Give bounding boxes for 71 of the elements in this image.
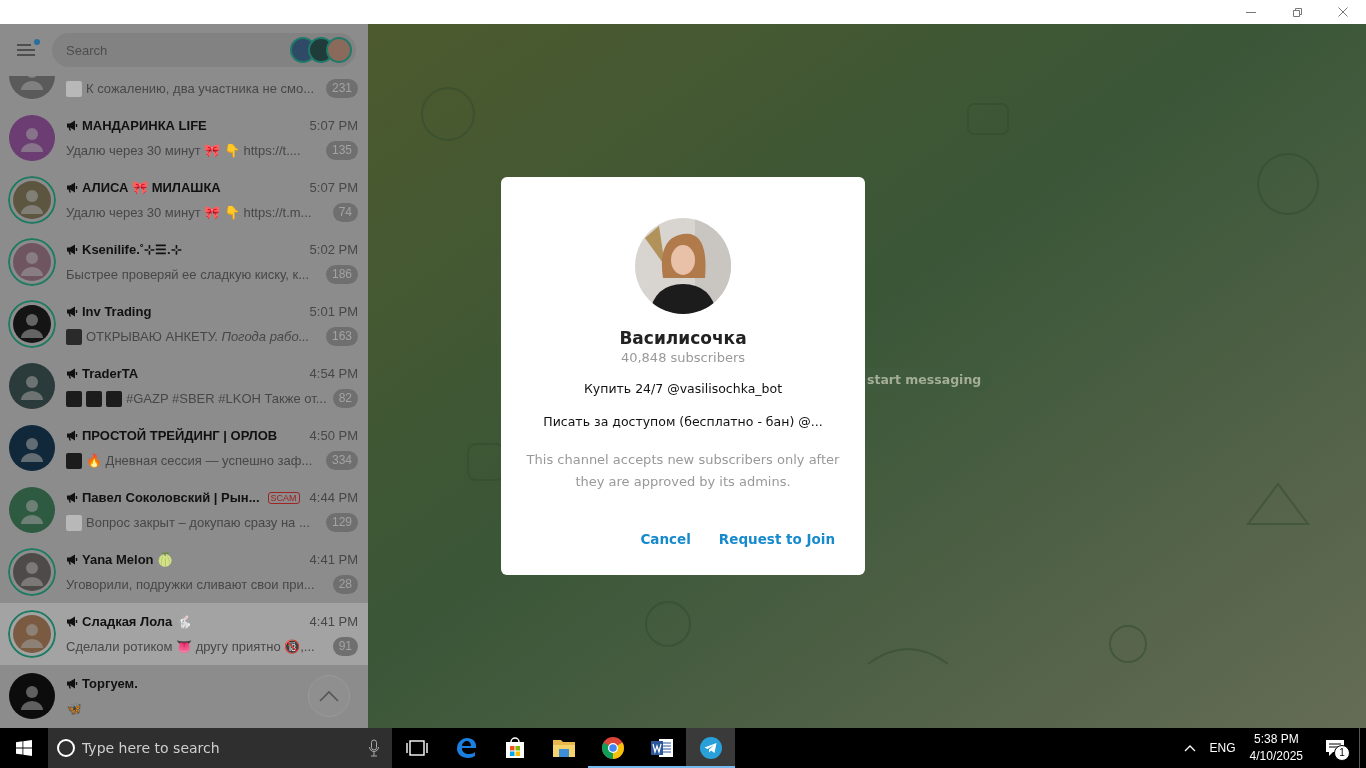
search-field[interactable]: Type here to search [82, 738, 362, 758]
chat-name: Ksenilife.˚⊹☰.⊹ [82, 242, 182, 257]
chat-time: 4:50 PM [309, 428, 358, 443]
message-preview: Сделали ротиком 👅 другу приятно 🔞,... [66, 639, 316, 654]
scam-label: SCAM [267, 491, 300, 504]
message-preview: Быстрее проверяй ее сладкую киску, к... [66, 267, 310, 282]
avatar [8, 486, 56, 534]
media-thumbnail-icon [106, 390, 122, 407]
avatar [8, 610, 56, 658]
avatar [8, 362, 56, 410]
restore-icon [1291, 6, 1303, 18]
task-view-icon [405, 739, 428, 757]
menu-icon [16, 42, 38, 58]
folder-icon [551, 737, 576, 759]
message-preview: К сожалению, два участника не смо... [86, 81, 315, 96]
avatar [8, 672, 56, 720]
chat-time: 4:41 PM [309, 552, 358, 567]
chat-name: TraderTA [82, 366, 139, 381]
avatar [8, 176, 56, 224]
message-preview: ОТКРЫВАЮ АНКЕТУ. Погода рабо... [86, 329, 311, 344]
chat-name: Сладкая Лола 🐇 [82, 614, 192, 629]
avatar [8, 238, 56, 286]
message-preview: Вопрос закрыт – докупаю сразу на ... [86, 515, 311, 530]
chat-time: 5:07 PM [309, 118, 358, 133]
language-indicator[interactable]: ENG [1203, 728, 1242, 768]
avatar [8, 548, 56, 596]
chat-name: ПРОСТОЙ ТРЕЙДИНГ | ОРЛОВ [82, 428, 278, 443]
message-preview: Удалю через 30 минут 🎀 👇 https://t.m... [66, 205, 313, 220]
chat-time: 4:41 PM [309, 614, 358, 629]
browser-icon [600, 736, 625, 760]
chat-name: Inv Trading [82, 304, 152, 319]
chat-name: Yana Melon 🍈 [82, 552, 174, 567]
circle-icon [56, 738, 76, 758]
taskbar-app-button[interactable] [686, 728, 735, 768]
media-thumbnail-icon [66, 328, 82, 345]
story-avatar[interactable] [326, 37, 352, 63]
document-icon [649, 736, 674, 760]
chat-name: МАНДАРИНКА LIFE [82, 118, 207, 133]
chat-name: Торгуем. [82, 676, 138, 691]
chat-time: 4:44 PM [309, 490, 358, 505]
message-preview: 🦋 [66, 701, 83, 716]
microphone-icon [368, 739, 380, 757]
media-thumbnail-icon [66, 390, 82, 407]
menu-button[interactable] [16, 42, 38, 58]
message-preview: 🔥 Дневная сессия — успешно заф... [86, 453, 314, 468]
avatar [8, 424, 56, 472]
message-preview: Уговорили, подружки сливают свои при... [66, 577, 316, 592]
notifications-button[interactable]: 1 [1311, 728, 1359, 768]
chevron-up-icon [1183, 744, 1196, 752]
close-icon [1337, 6, 1349, 18]
windows-logo-icon [16, 740, 32, 756]
chat-row[interactable]: Торгуем. 🦋 [0, 665, 368, 727]
chat-time: 5:02 PM [309, 242, 358, 257]
paper-plane-icon [698, 736, 723, 760]
message-preview: Удалю через 30 минут 🎀 👇 https://t.... [66, 143, 302, 158]
media-thumbnail-icon [66, 80, 82, 97]
avatar [8, 114, 56, 162]
media-thumbnail-icon [66, 514, 82, 531]
chevron-up-icon [319, 690, 339, 702]
chat-name: Павел Соколовский | Рын... [82, 490, 260, 505]
search-bar[interactable]: Type here to search [48, 728, 392, 768]
clock[interactable]: 5:38 PM 4/10/2025 [1241, 728, 1311, 768]
chat-time: 4:54 PM [309, 366, 358, 381]
chat-time: 5:01 PM [309, 304, 358, 319]
chat-name: АЛИСА 🎀 МИЛАШКА [82, 180, 221, 195]
media-thumbnail-icon [66, 452, 82, 469]
message-preview: #GAZP #SBER #LKOH Также от... [126, 391, 328, 406]
media-thumbnail-icon [86, 390, 102, 407]
chat-time: 5:07 PM [309, 180, 358, 195]
avatar [8, 300, 56, 348]
notification-count: 1 [1334, 745, 1350, 761]
